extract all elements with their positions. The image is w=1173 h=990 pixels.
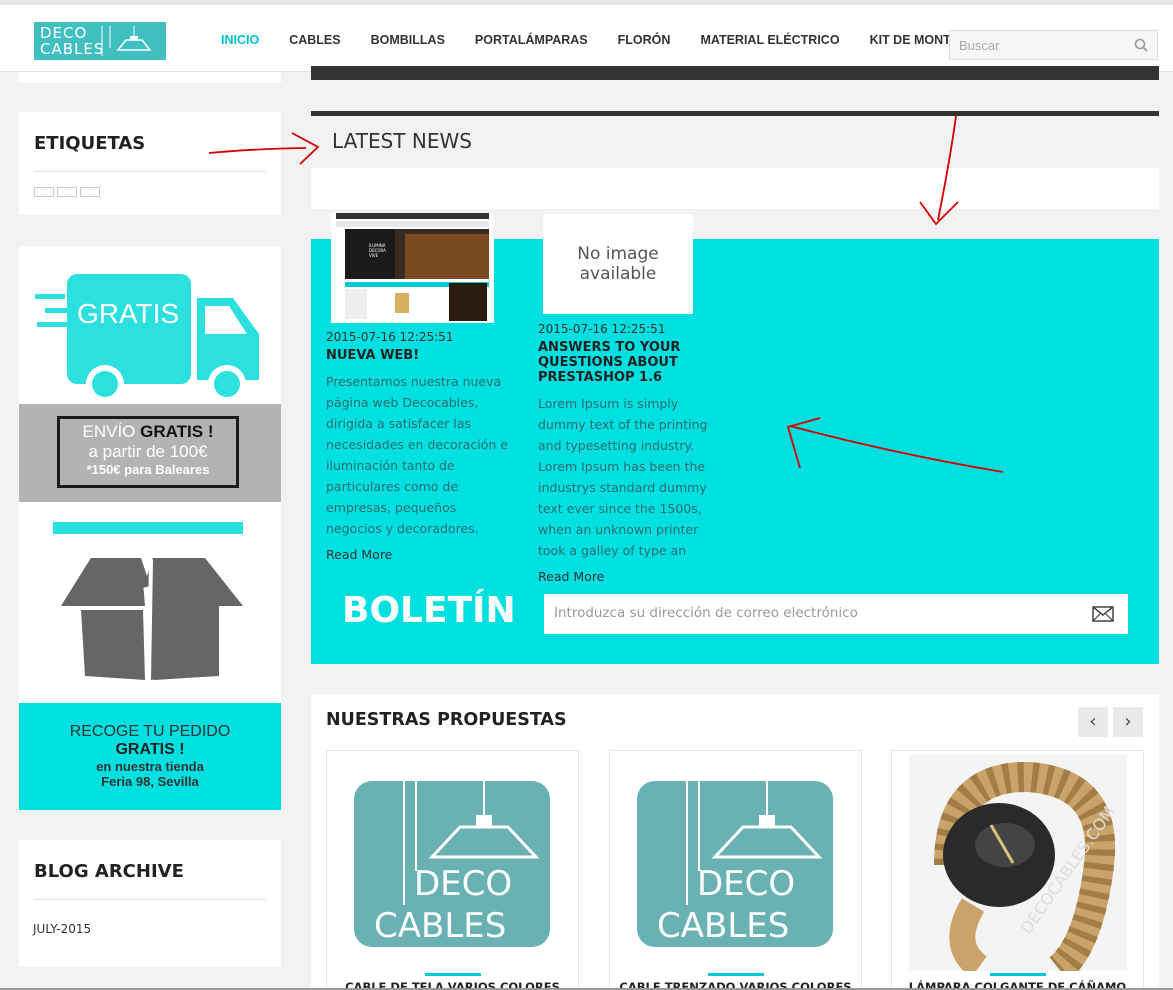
featured-products-section: NUESTRAS PROPUESTAS ‹ › DECO CABLES CABL… [311,694,1159,990]
logo-deco-text: DECO [414,864,512,904]
nav-cables[interactable]: CABLES [274,27,355,53]
news-top-border [311,111,1159,116]
newsletter-form [544,594,1128,634]
newsletter-email-input[interactable] [544,594,1064,632]
package-icon [61,558,243,681]
post-excerpt: Presentamos nuestra nueva página web Dec… [326,374,508,536]
archive-item-july-2015[interactable]: JULY-2015 [33,922,91,936]
pickup-line1: RECOGE TU PEDIDO [69,723,231,740]
shipping-band: ENVÍO GRATIS ! a partir de 100€ *150€ pa… [19,404,281,502]
nav-floron[interactable]: FLORÓN [603,27,686,53]
news-header-strip [311,168,1159,209]
nav-material-electrico[interactable]: MATERIAL ELÉCTRICO [685,27,854,53]
pickup-line4: Feria 98, Sevilla [101,774,199,789]
search-input[interactable] [950,31,1120,59]
slider-bottom-bar [311,66,1159,80]
thumb-hero-text: ILUMINA DECORA VIVE [369,243,386,258]
post-title[interactable]: NUEVA WEB! [326,348,516,363]
main-nav: INICIO CABLES BOMBILLAS PORTALÁMPARAS FL… [206,27,989,53]
divider [34,171,266,172]
search-box [949,30,1158,60]
annotation-arrowhead-left [291,132,320,165]
accent-bar [53,522,243,534]
news-post-1: 2015-07-16 12:25:51 NUEVA WEB! Presentam… [326,330,516,562]
product-card[interactable]: DECO CABLES CABLE DE TELA VARIOS COLORES [326,750,579,990]
no-image-line2: available [579,264,657,284]
featured-products-title: NUESTRAS PROPUESTAS [326,710,567,730]
read-more-link[interactable]: Read More [538,569,728,584]
tag-item[interactable] [34,187,54,197]
blog-archive-title: BLOG ARCHIVE [34,861,184,882]
post-date: 2015-07-16 12:25:51 [326,330,454,344]
shipping-baleares: *150€ para Baleares [86,462,210,477]
divider [34,899,266,900]
tags-title: ETIQUETAS [34,133,146,154]
decocables-logo-image: DECO CABLES [354,755,550,947]
lamp-icon [101,26,152,56]
shipping-gratis: GRATIS ! [140,422,214,441]
pickup-line2: GRATIS ! [115,741,185,758]
product-underline [708,973,764,976]
pickup-line3: en nuestra tienda [96,759,204,774]
blog-archive-card: BLOG ARCHIVE JULY-2015 [19,840,281,967]
search-icon[interactable] [1134,38,1148,52]
envelope-icon[interactable] [1092,606,1114,622]
carousel-prev-button[interactable]: ‹ [1078,707,1108,737]
thumb-nav [336,221,489,227]
read-more-link[interactable]: Read More [326,547,516,562]
logo-line2: CABLES [40,40,105,58]
post-title[interactable]: ANSWERS TO YOUR QUESTIONS ABOUT PRESTASH… [538,340,728,385]
tag-list [34,182,103,201]
shipping-envio: ENVÍO [82,422,136,441]
nav-inicio[interactable]: INICIO [206,27,274,53]
decocables-logo-image: DECO CABLES [637,755,833,947]
carousel-next-button[interactable]: › [1113,707,1143,737]
product-card[interactable]: DECO CABLES CABLE TRENZADO VARIOS COLORE… [609,750,862,990]
news-post-2: 2015-07-16 12:25:51 ANSWERS TO YOUR QUES… [538,322,728,584]
post-excerpt: Lorem Ipsum is simply dummy text of the … [538,396,708,558]
logo-cables-text: CABLES [657,906,789,946]
logo-cables-text: CABLES [374,906,506,946]
post-thumbnail-nueva-web[interactable]: ILUMINA DECORA VIVE [331,213,494,323]
promo-banner[interactable]: GRATIS ENVÍO GRATIS ! a partir de 100€ *… [19,246,281,810]
nav-bombillas[interactable]: BOMBILLAS [356,27,460,53]
no-image-line1: No image [577,244,659,264]
tag-item[interactable] [80,187,100,197]
sidebar-top-card [19,72,281,83]
nav-portalamparas[interactable]: PORTALÁMPARAS [460,27,603,53]
product-card[interactable]: DECOCABLES.COM LÁMPARA COLGANTE DE CÁÑAM… [891,750,1144,990]
site-logo[interactable]: DECO CABLES [34,22,166,60]
tag-item[interactable] [57,187,77,197]
hemp-rope-lamp-image: DECOCABLES.COM [909,755,1127,971]
thumb-topbar [336,213,489,219]
site-header: DECO CABLES INICIO CABLES BOMBILLAS PORT… [0,0,1173,72]
product-underline [425,973,481,976]
pickup-band: RECOGE TU PEDIDO GRATIS ! en nuestra tie… [19,703,281,810]
truck-text: GRATIS [77,298,180,329]
newsletter-title: BOLETÍN [342,590,516,631]
logo-deco-text: DECO [697,864,795,904]
thumb-hero: ILUMINA DECORA VIVE [345,229,489,279]
latest-news-title: LATEST NEWS [332,129,472,153]
tags-card: ETIQUETAS [19,112,281,215]
post-no-image-placeholder[interactable]: No image available [543,214,693,314]
shipping-box: ENVÍO GRATIS ! a partir de 100€ *150€ pa… [57,416,239,488]
product-underline [990,973,1046,976]
shipping-threshold: a partir de 100€ [88,442,208,461]
post-date: 2015-07-16 12:25:51 [538,322,666,336]
